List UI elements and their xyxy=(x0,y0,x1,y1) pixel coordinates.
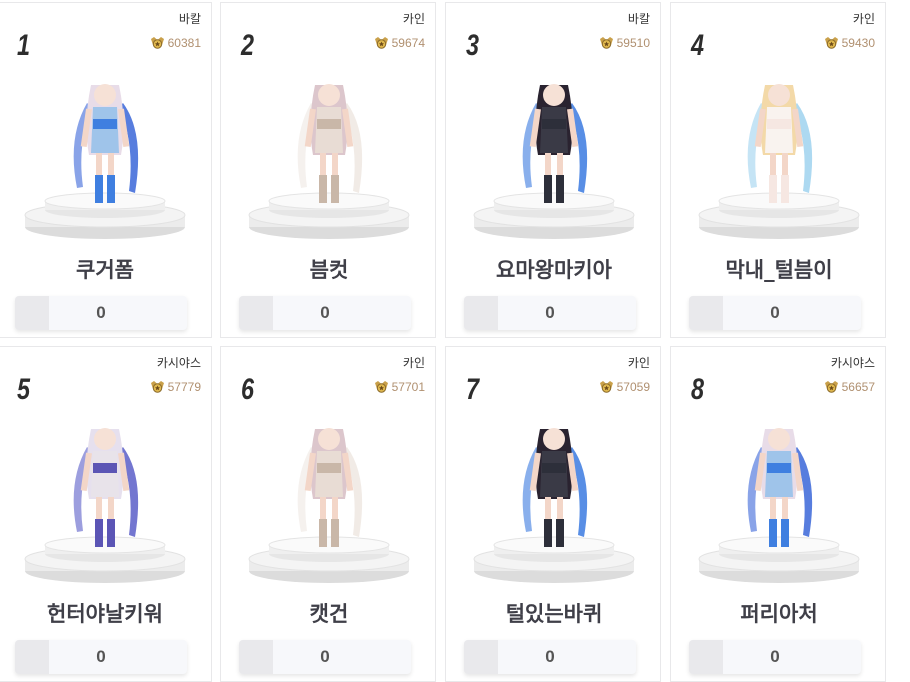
server-name: 카시야스 xyxy=(830,356,875,370)
ranking-card[interactable]: 7 카인 57059 털있는바퀴 0 xyxy=(445,346,661,682)
score: 59510 xyxy=(599,35,650,51)
character-name: 헌터야날키워 xyxy=(47,602,163,626)
gold-medal-icon xyxy=(599,37,613,49)
score-value: 57059 xyxy=(616,380,650,394)
score-value: 60381 xyxy=(167,36,201,50)
score-value: 59674 xyxy=(391,36,425,50)
character-avatar xyxy=(73,428,139,547)
vote-button[interactable]: 0 xyxy=(239,296,411,330)
character-name: 털있는바퀴 xyxy=(505,602,603,626)
score-value: 59430 xyxy=(841,36,875,50)
ranking-card[interactable]: 2 카인 59674 븜컷 0 xyxy=(220,2,436,338)
rank-number: 1 xyxy=(17,29,30,62)
rank-number: 7 xyxy=(466,373,479,406)
character-stage xyxy=(221,63,437,243)
gold-medal-icon xyxy=(599,381,613,393)
character-name: 쿠거폼 xyxy=(76,258,134,282)
character-stage xyxy=(671,407,887,587)
vote-count: 0 xyxy=(96,647,106,666)
character-stage xyxy=(671,63,887,243)
ranking-card[interactable]: 3 바칼 59510 요마왕마키아 0 xyxy=(445,2,661,338)
character-name: 막내_털븜이 xyxy=(725,258,833,282)
vote-button[interactable]: 0 xyxy=(464,296,636,330)
character-name: 퍼리아처 xyxy=(740,602,818,626)
character-avatar xyxy=(297,84,363,203)
character-name: 요마왕마키아 xyxy=(496,258,612,282)
score: 57059 xyxy=(599,379,650,395)
character-name: 캣건 xyxy=(309,602,349,626)
server-name: 바칼 xyxy=(178,12,201,26)
vote-button[interactable]: 0 xyxy=(15,640,187,674)
character-avatar xyxy=(297,428,363,547)
rank-number: 8 xyxy=(691,373,704,406)
character-avatar xyxy=(747,428,813,547)
score: 60381 xyxy=(150,35,201,51)
character-stage xyxy=(446,63,662,243)
vote-count: 0 xyxy=(320,647,330,666)
score-value: 59510 xyxy=(616,36,650,50)
score-value: 57779 xyxy=(167,380,201,394)
gold-medal-icon xyxy=(374,37,388,49)
ranking-card[interactable]: 1 바칼 60381 쿠거폼 0 xyxy=(0,2,212,338)
ranking-card[interactable]: 8 카시야스 56657 퍼리아처 0 xyxy=(670,346,886,682)
rank-number: 2 xyxy=(241,29,254,62)
rank-number: 6 xyxy=(241,373,254,406)
ranking-card[interactable]: 6 카인 57701 캣건 0 xyxy=(220,346,436,682)
server-name: 카인 xyxy=(402,12,425,26)
character-stage xyxy=(0,407,213,587)
score: 59430 xyxy=(824,35,875,51)
vote-count: 0 xyxy=(320,303,330,322)
character-stage xyxy=(221,407,437,587)
ranking-grid: 1 바칼 60381 쿠거폼 0 2 카인 59674 븜컷 0 3 바칼 59… xyxy=(0,0,910,682)
character-stage xyxy=(0,63,213,243)
score-value: 57701 xyxy=(391,380,425,394)
rank-number: 3 xyxy=(466,29,479,62)
rank-number: 5 xyxy=(17,373,30,406)
ranking-card[interactable]: 4 카인 59430 막내_털븜이 0 xyxy=(670,2,886,338)
character-stage xyxy=(446,407,662,587)
server-name: 카인 xyxy=(852,12,875,26)
vote-button[interactable]: 0 xyxy=(464,640,636,674)
server-name: 바칼 xyxy=(627,12,650,26)
character-avatar xyxy=(73,84,139,203)
vote-button[interactable]: 0 xyxy=(689,640,861,674)
score: 57779 xyxy=(150,379,201,395)
gold-medal-icon xyxy=(374,381,388,393)
gold-medal-icon xyxy=(150,37,164,49)
server-name: 카인 xyxy=(627,356,650,370)
gold-medal-icon xyxy=(150,381,164,393)
character-avatar xyxy=(522,428,588,547)
gold-medal-icon xyxy=(824,381,838,393)
score-value: 56657 xyxy=(841,380,875,394)
character-avatar xyxy=(522,84,588,203)
vote-count: 0 xyxy=(770,303,780,322)
server-name: 카시야스 xyxy=(156,356,201,370)
server-name: 카인 xyxy=(402,356,425,370)
vote-count: 0 xyxy=(770,647,780,666)
vote-button[interactable]: 0 xyxy=(239,640,411,674)
vote-button[interactable]: 0 xyxy=(15,296,187,330)
score: 59674 xyxy=(374,35,425,51)
rank-number: 4 xyxy=(691,29,704,62)
vote-button[interactable]: 0 xyxy=(689,296,861,330)
ranking-card[interactable]: 5 카시야스 57779 헌터야날키워 0 xyxy=(0,346,212,682)
vote-count: 0 xyxy=(545,303,555,322)
character-name: 븜컷 xyxy=(309,258,349,282)
score: 56657 xyxy=(824,379,875,395)
gold-medal-icon xyxy=(824,37,838,49)
character-avatar xyxy=(747,84,813,203)
vote-count: 0 xyxy=(545,647,555,666)
vote-count: 0 xyxy=(96,303,106,322)
score: 57701 xyxy=(374,379,425,395)
